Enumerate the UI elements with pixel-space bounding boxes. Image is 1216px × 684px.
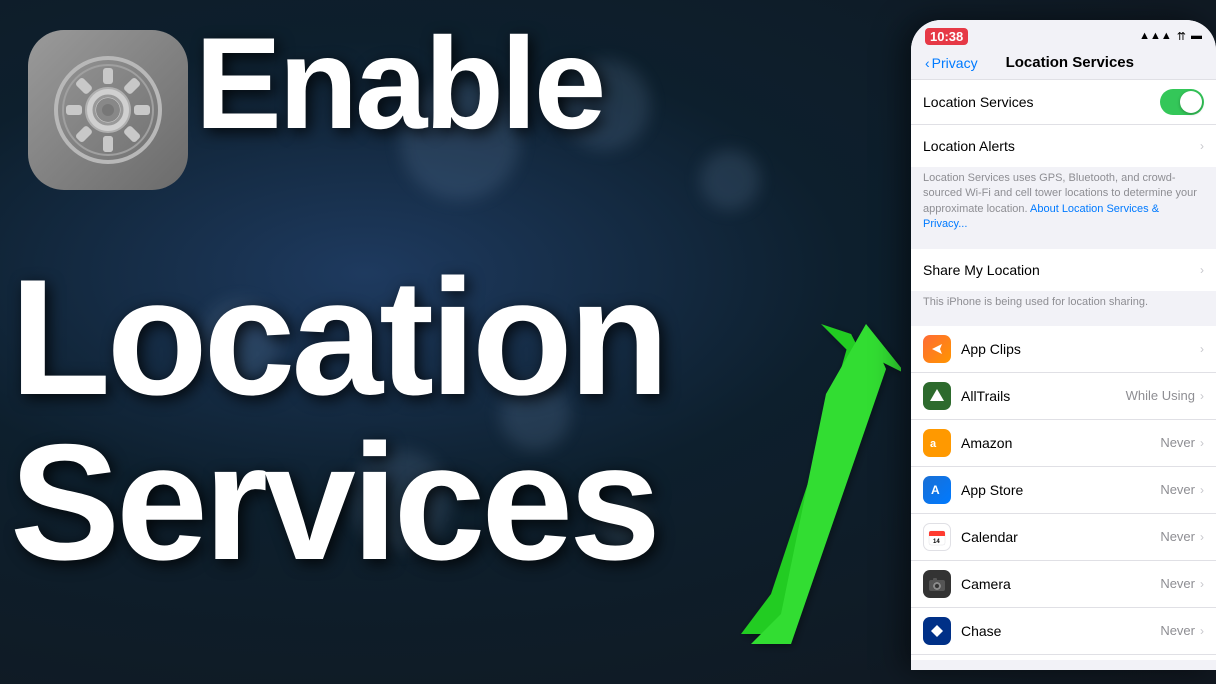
label-location-services: Location Services	[923, 94, 1160, 110]
chevron-share-location: ›	[1200, 263, 1204, 277]
row-share-location[interactable]: Share My Location ›	[911, 249, 1216, 291]
chevron-app-clips: ›	[1200, 342, 1204, 356]
value-alltrails: While Using	[1126, 388, 1195, 403]
chevron-app-store: ›	[1200, 483, 1204, 497]
row-location-alerts[interactable]: Location Alerts ›	[911, 125, 1216, 167]
section-share: Share My Location ›	[911, 249, 1216, 291]
row-chase[interactable]: Chase Never ›	[911, 608, 1216, 655]
row-chrome[interactable]: Chrome Never ›	[911, 655, 1216, 660]
about-link[interactable]: About Location Services & Privacy...	[923, 203, 1159, 230]
status-icons: ▲▲▲ ⇈ ▬	[1139, 30, 1202, 43]
settings-app-icon	[28, 30, 188, 190]
icon-camera	[923, 570, 951, 598]
label-share-location: Share My Location	[923, 262, 1200, 278]
icon-app-store: A	[923, 476, 951, 504]
icon-amazon: a	[923, 429, 951, 457]
svg-text:14: 14	[933, 539, 940, 545]
label-camera: Camera	[961, 576, 1160, 592]
icon-app-clips	[923, 335, 951, 363]
status-time: 10:38	[925, 28, 968, 45]
chevron-alltrails: ›	[1200, 389, 1204, 403]
icon-chase	[923, 617, 951, 645]
value-chase: Never	[1160, 623, 1195, 638]
phone-mockup: 10:38 ▲▲▲ ⇈ ▬ ‹ Privacy Location Service…	[911, 20, 1216, 670]
label-app-clips: App Clips	[961, 341, 1200, 357]
wifi-icon: ⇈	[1177, 30, 1186, 43]
row-calendar[interactable]: 14 Calendar Never ›	[911, 514, 1216, 561]
section-gap-1	[911, 241, 1216, 249]
nav-bar: ‹ Privacy Location Services	[911, 48, 1216, 80]
label-amazon: Amazon	[961, 435, 1160, 451]
section-gap-2	[911, 318, 1216, 326]
chevron-camera: ›	[1200, 577, 1204, 591]
row-location-services[interactable]: Location Services	[911, 80, 1216, 125]
nav-title: Location Services	[938, 54, 1202, 71]
svg-text:A: A	[931, 483, 940, 497]
chevron-amazon: ›	[1200, 436, 1204, 450]
value-camera: Never	[1160, 576, 1195, 591]
label-calendar: Calendar	[961, 529, 1160, 545]
label-alltrails: AllTrails	[961, 388, 1126, 404]
toggle-location-services[interactable]	[1160, 89, 1204, 115]
section-main: Location Services Location Alerts ›	[911, 80, 1216, 167]
value-amazon: Never	[1160, 435, 1195, 450]
chevron-chase: ›	[1200, 624, 1204, 638]
chevron-calendar: ›	[1200, 530, 1204, 544]
signal-icon: ▲▲▲	[1139, 30, 1172, 42]
row-app-store[interactable]: A App Store Never ›	[911, 467, 1216, 514]
svg-text:a: a	[930, 438, 937, 450]
value-app-store: Never	[1160, 482, 1195, 497]
row-amazon[interactable]: a Amazon Never ›	[911, 420, 1216, 467]
label-location-alerts: Location Alerts	[923, 138, 1200, 154]
chevron-location-alerts: ›	[1200, 139, 1204, 153]
settings-body: Location Services Location Alerts › Loca…	[911, 80, 1216, 660]
label-app-store: App Store	[961, 482, 1160, 498]
icon-calendar: 14	[923, 523, 951, 551]
battery-icon: ▬	[1191, 30, 1202, 42]
value-calendar: Never	[1160, 529, 1195, 544]
sharing-note: This iPhone is being used for location s…	[911, 291, 1216, 318]
status-bar: 10:38 ▲▲▲ ⇈ ▬	[911, 20, 1216, 48]
label-chase: Chase	[961, 623, 1160, 639]
row-camera[interactable]: Camera Never ›	[911, 561, 1216, 608]
row-app-clips[interactable]: App Clips ›	[911, 326, 1216, 373]
location-description: Location Services uses GPS, Bluetooth, a…	[911, 167, 1216, 241]
back-chevron-icon: ‹	[925, 55, 930, 71]
section-apps: App Clips › AllTrails While Using › a Am…	[911, 326, 1216, 660]
icon-alltrails	[923, 382, 951, 410]
row-alltrails[interactable]: AllTrails While Using ›	[911, 373, 1216, 420]
